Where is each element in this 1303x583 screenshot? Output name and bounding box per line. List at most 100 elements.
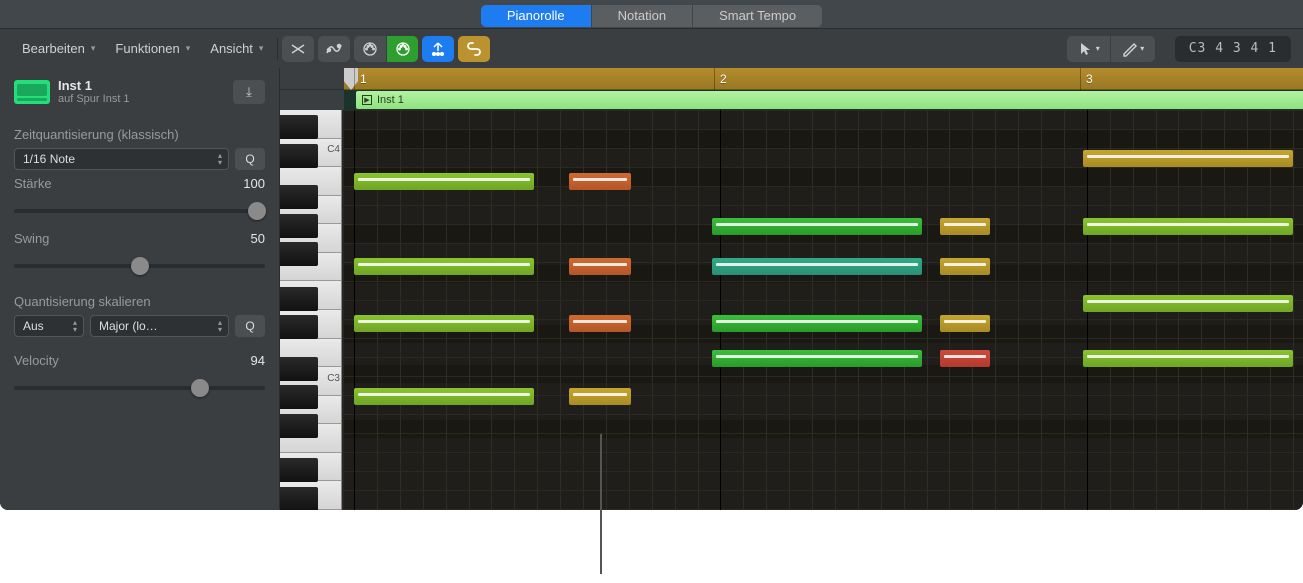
midi-note[interactable] [712, 258, 922, 275]
play-icon: ▶ [362, 95, 372, 105]
midi-out-icon[interactable] [386, 36, 418, 62]
bar-marker-3: 3 [1080, 68, 1093, 90]
piano-roll-window: Pianorolle Notation Smart Tempo Bearbeit… [0, 0, 1303, 510]
midi-note[interactable] [569, 315, 631, 332]
black-key[interactable] [280, 287, 318, 311]
midi-note[interactable] [1083, 295, 1293, 312]
chevron-down-icon: ▾ [1140, 44, 1144, 53]
tool-selector: ▾ ▾ [1067, 36, 1155, 62]
automation-icon[interactable] [318, 36, 350, 62]
midi-note[interactable] [712, 218, 922, 235]
black-key[interactable] [280, 115, 318, 139]
strength-slider[interactable] [14, 201, 265, 221]
black-key[interactable] [280, 242, 318, 266]
position-readout[interactable]: C3 4 3 4 1 [1175, 36, 1291, 62]
velocity-value: 94 [251, 353, 265, 368]
midi-note[interactable] [354, 258, 534, 275]
midi-note[interactable] [940, 218, 990, 235]
midi-note[interactable] [1083, 150, 1293, 167]
bar-marker-2: 2 [714, 68, 727, 90]
key-label-c3: C3 [327, 373, 340, 508]
black-key[interactable] [280, 144, 318, 168]
swing-label: Swing [14, 231, 49, 246]
black-key[interactable] [280, 214, 318, 238]
pointer-tool[interactable]: ▾ [1067, 36, 1111, 62]
black-key[interactable] [280, 458, 318, 482]
bar-ruler[interactable]: 1 2 3 [344, 68, 1303, 90]
midi-note[interactable] [569, 388, 631, 405]
note-grid[interactable] [344, 110, 1303, 510]
black-key[interactable] [280, 357, 318, 381]
chevron-down-icon: ▾ [1096, 44, 1100, 53]
quantize-value: 1/16 Note [23, 152, 75, 166]
pencil-tool[interactable]: ▾ [1111, 36, 1155, 62]
note-grid-area: 1 2 3 ▶ Inst 1 [344, 68, 1303, 510]
instrument-icon [14, 80, 50, 104]
midi-note[interactable] [1083, 350, 1293, 367]
velocity-slider[interactable] [14, 378, 265, 398]
midi-note[interactable] [940, 350, 990, 367]
black-key[interactable] [280, 185, 318, 209]
black-key[interactable] [280, 487, 318, 510]
collapse-icon[interactable] [282, 36, 314, 62]
tab-group: Pianorolle Notation Smart Tempo [481, 5, 822, 27]
midi-note[interactable] [569, 258, 631, 275]
scale-onoff-value: Aus [23, 319, 44, 333]
divider [277, 38, 278, 60]
track-subtitle: auf Spur Inst 1 [58, 93, 225, 105]
catch-playhead-icon[interactable] [422, 36, 454, 62]
scale-onoff-select[interactable]: Aus ▴▾ [14, 315, 84, 337]
stepper-icon: ▴▾ [73, 319, 77, 333]
swing-slider[interactable] [14, 256, 265, 276]
midi-note[interactable] [354, 388, 534, 405]
link-icon[interactable] [458, 36, 490, 62]
scale-type-select[interactable]: Major (lo…▴▾ [90, 315, 229, 337]
quantize-button[interactable]: Q [235, 148, 265, 170]
track-name: Inst 1 [58, 78, 225, 93]
midi-note[interactable] [712, 350, 922, 367]
black-key[interactable] [280, 414, 318, 438]
menu-functions[interactable]: Funktionen ▾ [105, 36, 200, 62]
track-header: Inst 1 auf Spur Inst 1 ⤓ [14, 78, 265, 105]
quantize-select[interactable]: 1/16 Note ▴▾ [14, 148, 229, 170]
menu-functions-label: Funktionen [115, 41, 179, 56]
region-name: Inst 1 [377, 94, 404, 106]
bar-marker-1: 1 [354, 68, 367, 90]
menu-view[interactable]: Ansicht ▾ [200, 36, 273, 62]
midi-note[interactable] [354, 173, 534, 190]
midi-note[interactable] [1083, 218, 1293, 235]
midi-note[interactable] [712, 315, 922, 332]
chevron-down-icon: ▾ [91, 43, 96, 54]
black-key[interactable] [280, 385, 318, 409]
tab-pianoroll[interactable]: Pianorolle [481, 5, 592, 27]
chevron-down-icon: ▾ [186, 43, 191, 54]
midi-in-icon[interactable] [354, 36, 386, 62]
midi-note[interactable] [569, 173, 631, 190]
midi-note[interactable] [354, 315, 534, 332]
piano-keyboard[interactable]: C4C3 [280, 68, 344, 510]
view-tab-bar: Pianorolle Notation Smart Tempo [0, 0, 1303, 28]
inspector-panel: Inst 1 auf Spur Inst 1 ⤓ Zeitquantisieru… [0, 68, 280, 510]
stepper-icon: ▴▾ [218, 319, 222, 333]
strength-label: Stärke [14, 176, 52, 191]
scale-quantize-label: Quantisierung skalieren [14, 294, 265, 309]
midi-region[interactable]: ▶ Inst 1 [356, 91, 1303, 109]
menu-edit-label: Bearbeiten [22, 41, 85, 56]
callout-line [600, 434, 602, 574]
tab-notation[interactable]: Notation [592, 5, 693, 27]
menu-view-label: Ansicht [210, 41, 253, 56]
tab-smart-tempo[interactable]: Smart Tempo [693, 5, 822, 27]
swing-value: 50 [251, 231, 265, 246]
region-strip: ▶ Inst 1 [344, 90, 1303, 110]
menu-edit[interactable]: Bearbeiten ▾ [12, 36, 105, 62]
chevron-down-icon: ▾ [259, 43, 264, 54]
black-key[interactable] [280, 315, 318, 339]
scale-quantize-button[interactable]: Q [235, 315, 265, 337]
midi-note[interactable] [940, 315, 990, 332]
velocity-label: Velocity [14, 353, 59, 368]
catch-button[interactable]: ⤓ [233, 80, 265, 104]
stepper-icon: ▴▾ [218, 152, 222, 166]
main-area: Inst 1 auf Spur Inst 1 ⤓ Zeitquantisieru… [0, 68, 1303, 510]
toolbar: Bearbeiten ▾ Funktionen ▾ Ansicht ▾ ▾ ▾ C3 … [0, 28, 1303, 68]
midi-note[interactable] [940, 258, 990, 275]
